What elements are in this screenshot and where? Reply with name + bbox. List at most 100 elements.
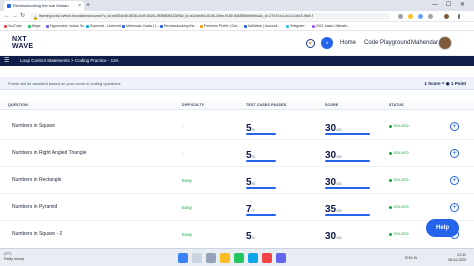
youtube-icon [4, 24, 7, 28]
open-question-icon[interactable]: + [450, 122, 459, 131]
question-title[interactable]: Numbers in Pyramid [12, 194, 57, 221]
bookmark-favicon-icon [86, 24, 89, 28]
difficulty: - [182, 124, 184, 129]
bookmark-telegram[interactable]: Telegram [286, 22, 304, 31]
difficulty: Easy [182, 178, 193, 183]
column-test-cases: TEST CASES PASSED [246, 103, 287, 107]
nav-home[interactable]: Home [340, 38, 356, 48]
window-close-button[interactable]: ✕ [460, 0, 465, 11]
bookmark-revision[interactable]: Revisionlooking the... [160, 22, 197, 31]
table-row[interactable]: Numbers in Pyramid Easy 7/7 35/35 SOLVED… [0, 194, 474, 221]
status-badge: SOLVED [389, 113, 409, 140]
browser-toolbar: ← → ↻ 🔒 learning.ccbp.in/tech-foundation… [0, 11, 474, 22]
bookmark-youtube[interactable]: YouTube [4, 22, 22, 31]
difficulty: Easy [182, 232, 193, 237]
app-icon[interactable] [262, 253, 272, 263]
forward-button[interactable]: → [12, 11, 18, 22]
column-status: STATUS [389, 103, 404, 107]
weather-widget[interactable]: 27°C Partly cloudy [4, 252, 24, 262]
bookmark-2021-batch[interactable]: 2021 batch Ultimate... [312, 22, 350, 31]
nxtwave-logo[interactable]: NXT WAVE [12, 36, 42, 51]
table-header: QUESTION DIFFICULTY TEST CASES PASSED SC… [0, 101, 474, 110]
table-row[interactable]: Numbers in Rectangle Easy 5/5 30/30 SOLV… [0, 167, 474, 194]
column-question: QUESTION [8, 103, 28, 107]
score-banner: Points will be awarded based on your sco… [0, 77, 474, 90]
bookmark-freshers-profile[interactable]: Freshers Profile | Del... [200, 22, 240, 31]
edge-icon[interactable] [248, 253, 258, 263]
logo-line1: NXT [12, 36, 27, 43]
bookmark-mahendar-linkedin[interactable]: Mahendar Yadav | L... [122, 22, 160, 31]
tab-favicon-icon [7, 4, 11, 8]
system-clock[interactable]: 23:32 08-04-2023 [448, 253, 466, 263]
open-question-icon[interactable]: + [450, 176, 459, 185]
help-button[interactable]: Help [426, 219, 459, 237]
language-indicator[interactable]: ENG IN [405, 249, 417, 266]
table-row[interactable]: Numbers in Square - 2 Easy 5/5 30/30 SOL… [0, 221, 474, 248]
test-cases-passed: 5/5 [246, 231, 255, 242]
task-view-icon[interactable] [206, 253, 216, 263]
reload-button[interactable]: ↻ [20, 11, 25, 22]
question-title[interactable]: Numbers in Right Angled Triangle [12, 140, 87, 167]
extension-icon[interactable] [418, 14, 423, 19]
table-row[interactable]: Numbers in Square - 5/5 30/30 SOLVED + [0, 113, 474, 140]
score-value: 30/30 [325, 231, 342, 242]
browser-menu-icon[interactable] [458, 14, 460, 19]
user-name[interactable]: Mahendar [411, 38, 438, 48]
test-cases-progress [246, 133, 276, 135]
search-icon[interactable] [192, 253, 202, 263]
app-icon[interactable] [276, 253, 286, 263]
chrome-icon[interactable] [234, 253, 244, 263]
bookmark-favicon-icon [160, 24, 163, 28]
bookmark-superset[interactable]: Superset - Universit... [86, 22, 124, 31]
window-maximize-button[interactable]: ☐ [446, 0, 451, 11]
bookmark-star-icon[interactable] [408, 14, 413, 19]
test-cases-progress [246, 187, 276, 189]
streak-icon[interactable] [306, 39, 315, 48]
linkedin-icon [122, 24, 125, 28]
question-title[interactable]: Numbers in Square [12, 113, 55, 140]
difficulty: Easy [182, 205, 193, 210]
status-badge: SOLVED [389, 140, 409, 167]
breadcrumb: Loop Control Statements > Coding Practic… [20, 58, 119, 63]
clock-date: 08-04-2023 [448, 258, 466, 262]
maps-icon [28, 24, 31, 28]
lock-icon: 🔒 [33, 15, 38, 20]
bookmarks-bar: YouTube Maps Hypercubic: Indian Sc... Su… [0, 22, 474, 31]
nav-code-playground[interactable]: Code Playground [364, 38, 410, 48]
score-message: Points will be awarded based on your sco… [8, 81, 121, 86]
status-badge: SOLVED [389, 194, 409, 221]
window-minimize-button[interactable]: — [432, 0, 438, 11]
column-score: SCORE [325, 103, 339, 107]
new-tab-button[interactable]: + [86, 1, 90, 10]
test-cases-progress [246, 160, 276, 162]
sidebar-menu-icon[interactable]: ☰ [4, 56, 9, 66]
file-explorer-icon[interactable] [220, 253, 230, 263]
back-button[interactable]: ← [4, 11, 10, 22]
browser-tab[interactable]: Revisionlooking the sub Mohan × [4, 1, 84, 11]
score-progress [325, 214, 370, 216]
tab-close-icon[interactable]: × [78, 1, 81, 11]
notification-badge[interactable]: 4 [321, 37, 333, 49]
profile-avatar-icon[interactable] [444, 14, 449, 19]
column-difficulty: DIFFICULTY [182, 103, 205, 107]
share-icon[interactable] [398, 14, 403, 19]
tab-title: Revisionlooking the sub Mohan [13, 3, 69, 8]
open-question-icon[interactable]: + [450, 149, 459, 158]
bookmark-nxtwave-account[interactable]: NxtWave | Account... [244, 22, 280, 31]
score-progress [325, 187, 370, 189]
extensions-puzzle-icon[interactable] [428, 14, 433, 19]
avatar[interactable] [438, 36, 452, 50]
windows-start-icon[interactable] [178, 253, 188, 263]
bookmark-maps[interactable]: Maps [28, 22, 41, 31]
breadcrumb-bar: ☰ Loop Control Statements > Coding Pract… [0, 56, 474, 66]
logo-line2: WAVE [12, 43, 34, 50]
open-question-icon[interactable]: + [450, 203, 459, 212]
table-row[interactable]: Numbers in Right Angled Triangle - 5/5 3… [0, 140, 474, 167]
question-title[interactable]: Numbers in Square - 2 [12, 221, 62, 248]
bookmark-hypercubic[interactable]: Hypercubic: Indian Sc... [46, 22, 87, 31]
address-bar[interactable]: 🔒 learning.ccbp.in/tech-foundations/cour… [30, 13, 390, 20]
status-badge: SOLVED [389, 167, 409, 194]
os-taskbar: 27°C Partly cloudy ENG IN 23:32 08-04-20… [0, 248, 474, 266]
bookmark-favicon-icon [200, 24, 203, 28]
question-title[interactable]: Numbers in Rectangle [12, 167, 61, 194]
